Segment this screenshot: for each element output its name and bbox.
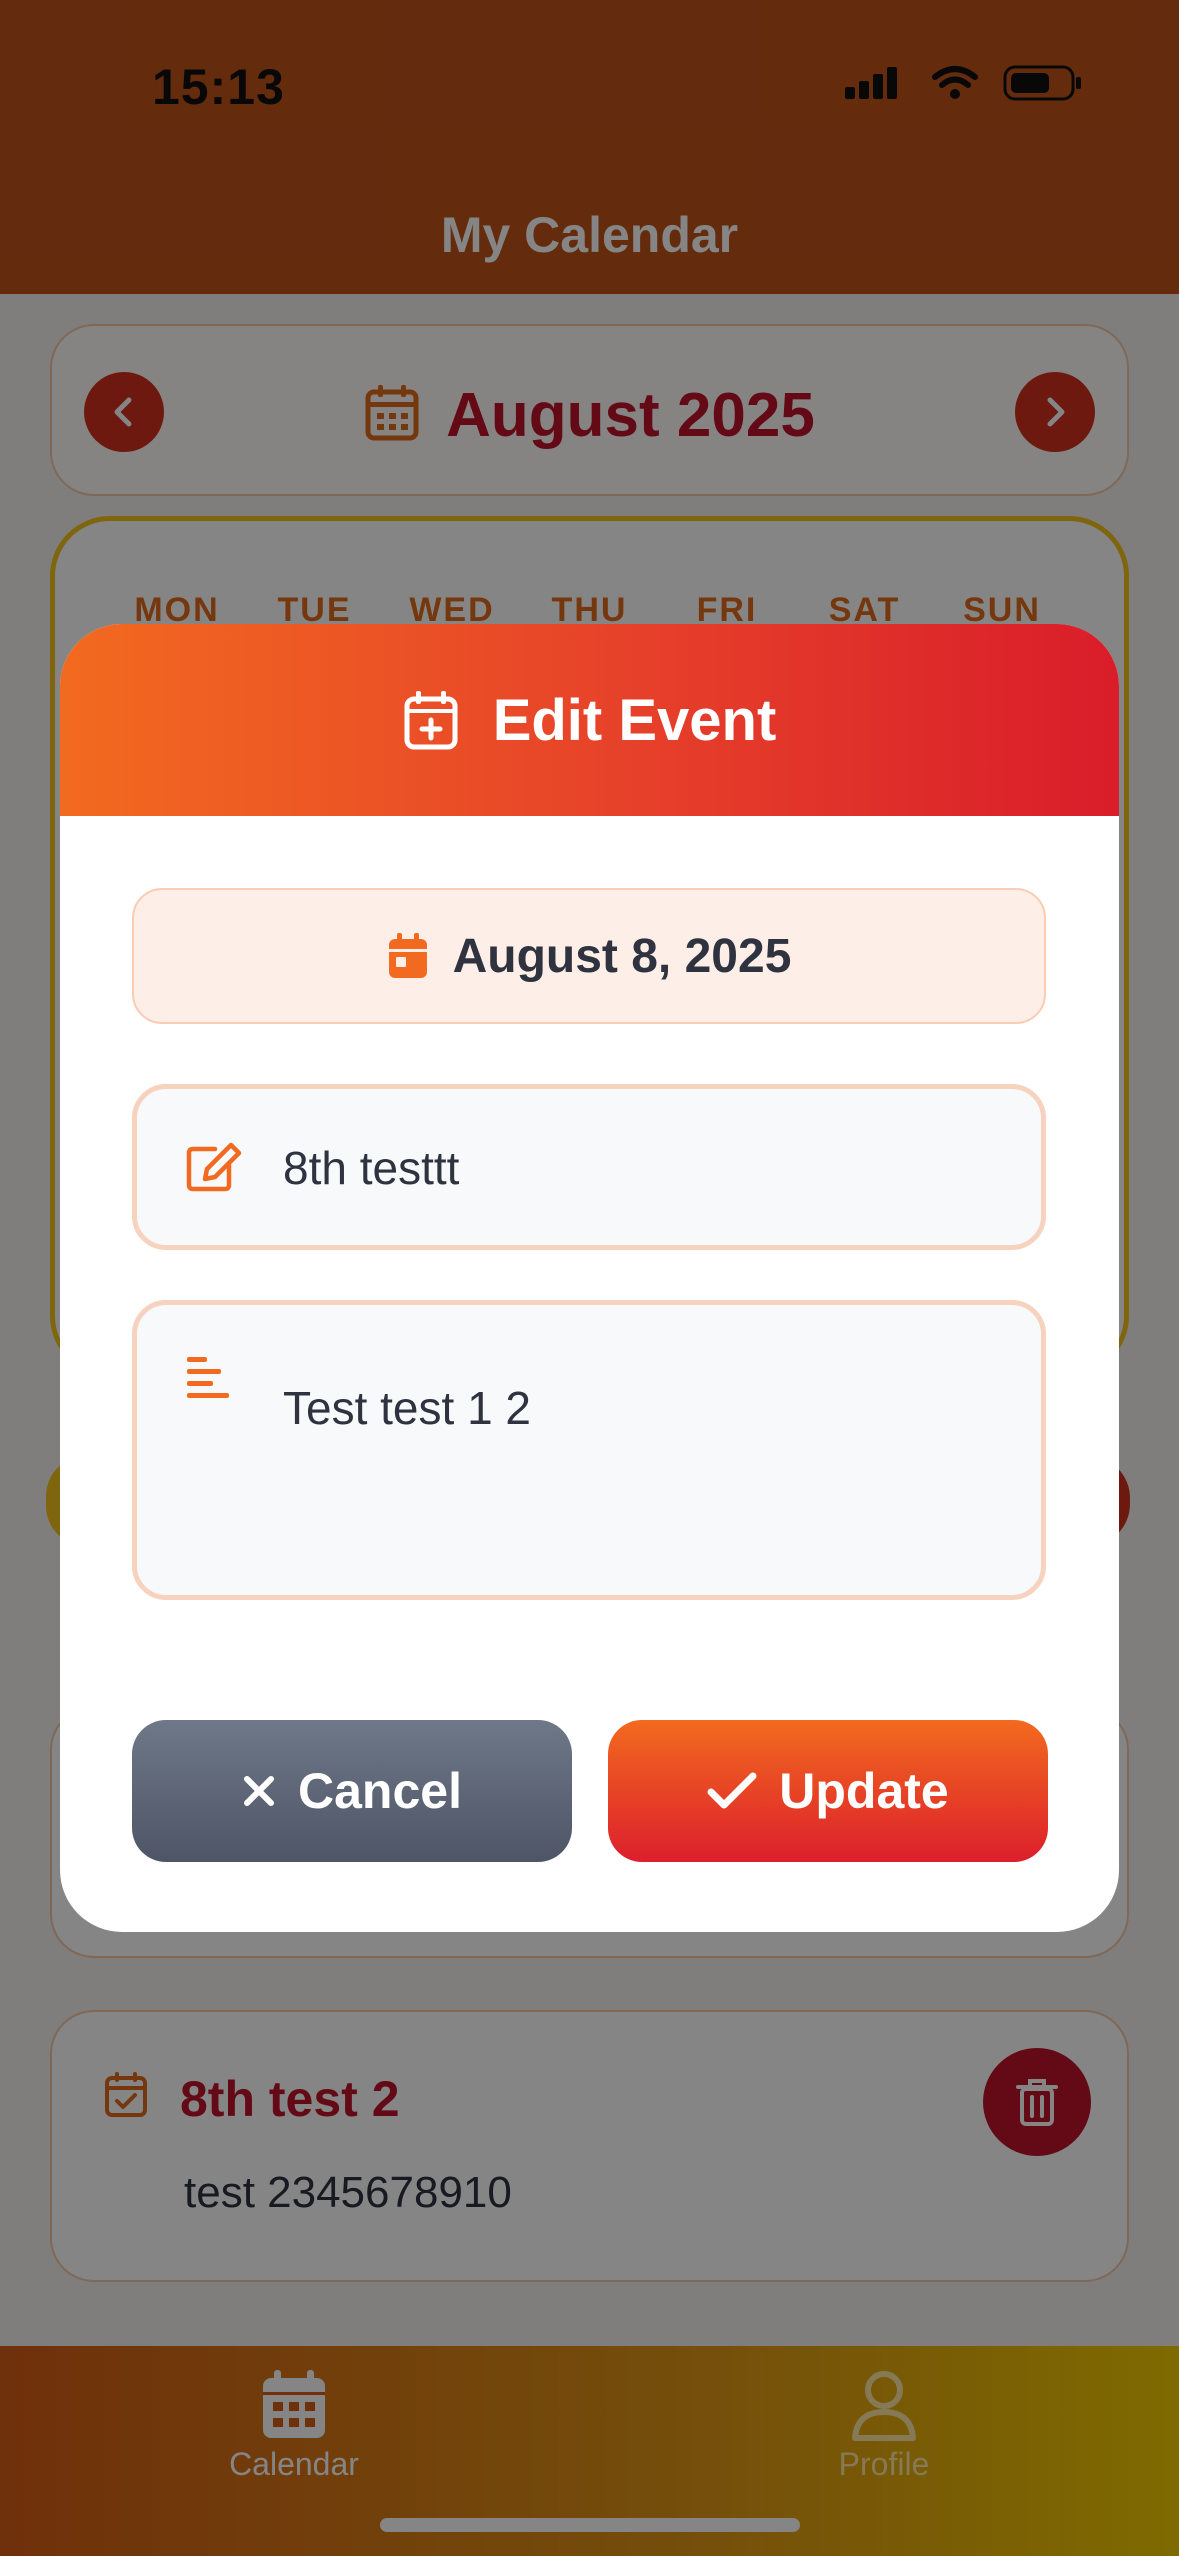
edit-icon [186, 1142, 242, 1192]
close-icon [244, 1776, 275, 1806]
check-icon [707, 1772, 757, 1809]
cancel-button[interactable]: Cancel [132, 1720, 572, 1862]
event-date-display: August 8, 2025 [132, 888, 1046, 1024]
event-title-value: 8th testtt [283, 1142, 460, 1194]
calendar-plus-icon [404, 691, 458, 750]
update-button-label: Update [779, 1763, 949, 1819]
event-title-field[interactable]: 8th testtt [132, 1084, 1046, 1250]
event-date-text: August 8, 2025 [452, 929, 792, 983]
align-left-icon [187, 1357, 229, 1398]
event-description-value: Test test 1 2 [283, 1382, 532, 1434]
update-button[interactable]: Update [608, 1720, 1048, 1862]
cancel-button-label: Cancel [298, 1763, 462, 1819]
modal-header: Edit Event [60, 624, 1119, 816]
event-description-field[interactable]: Test test 1 2 [132, 1300, 1046, 1600]
calendar-icon [388, 933, 427, 978]
modal-title: Edit Event [492, 687, 777, 753]
edit-event-modal: Edit Event August 8, 2025 8th testtt Tes… [60, 624, 1119, 1932]
